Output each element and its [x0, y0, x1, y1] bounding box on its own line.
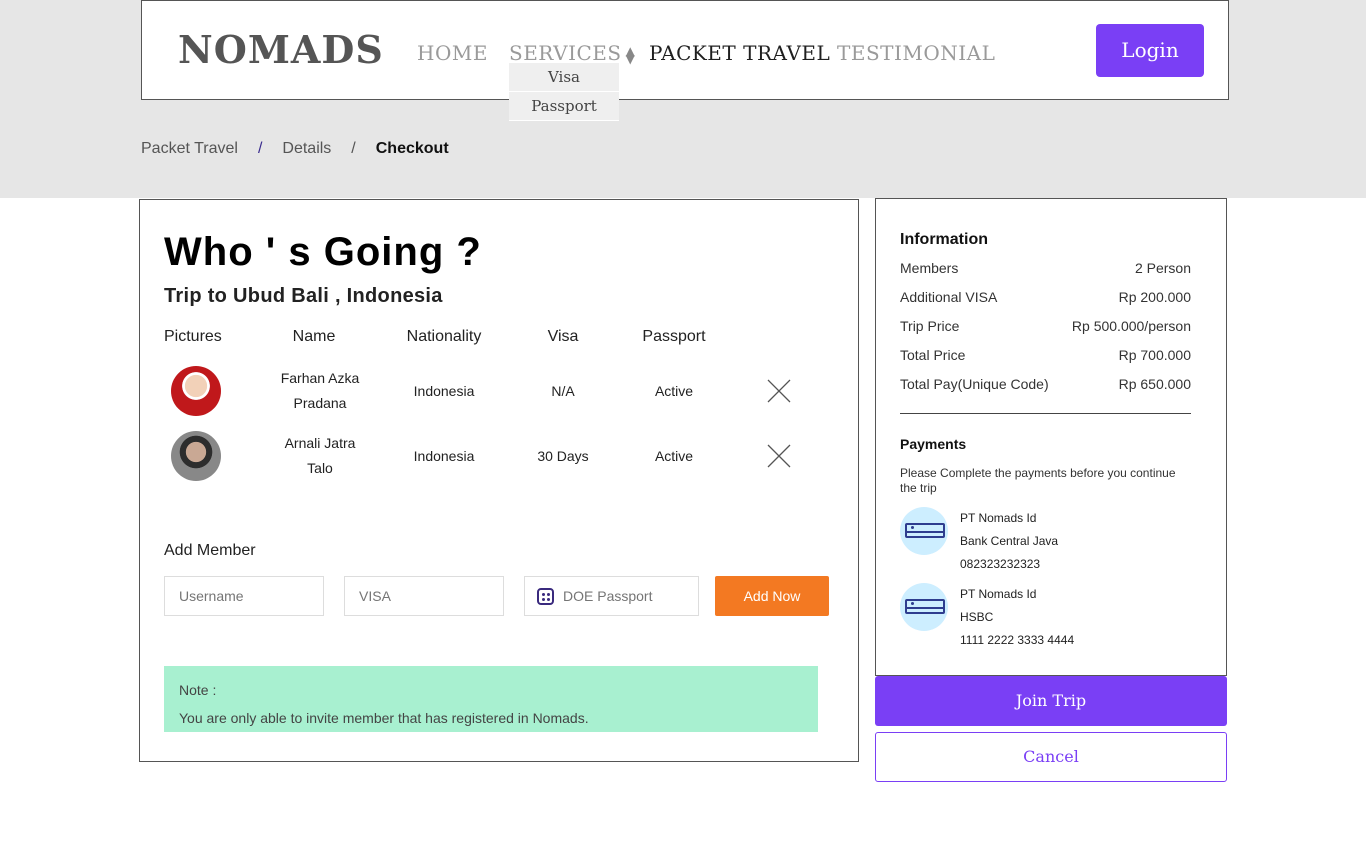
cancel-button[interactable]: Cancel: [875, 732, 1227, 782]
bank-holder: PT Nomads Id: [960, 511, 1037, 525]
navbar: NOMADS HOME SERVICES ▲ ▼ PACKET TRAVEL TES…: [141, 0, 1229, 121]
remove-member-icon[interactable]: [767, 444, 791, 468]
info-label: Additional VISA: [900, 289, 998, 305]
bank-account-number: 082323232323: [960, 557, 1041, 571]
member-passport: Active: [654, 383, 694, 399]
information-title: Information: [900, 231, 988, 248]
bank-details: PT Nomads Id Bank Central Java 082323232…: [960, 507, 1058, 576]
member-visa: N/A: [551, 383, 575, 399]
member-name-line: Arnali Jatra: [284, 435, 356, 451]
member-name-line: Talo: [307, 460, 333, 476]
page-title: Who ' s Going ?: [164, 230, 482, 274]
breadcrumb-separator: /: [257, 140, 263, 157]
dropdown-item-passport[interactable]: Passport: [509, 92, 619, 121]
info-label: Trip Price: [900, 318, 960, 334]
dropdown-item-visa[interactable]: Visa: [509, 63, 619, 92]
nav-packet-travel[interactable]: PACKET TRAVEL: [649, 41, 830, 65]
payments-description: Please Complete the payments before you …: [900, 466, 1176, 495]
info-value: Rp 200.000: [1118, 289, 1191, 305]
calendar-icon: [537, 588, 554, 605]
nav-home[interactable]: HOME: [417, 41, 488, 65]
note-heading: Note :: [179, 682, 217, 698]
breadcrumb-checkout: Checkout: [375, 140, 449, 157]
divider: [900, 413, 1191, 414]
member-nationality: Indonesia: [413, 383, 475, 399]
avatar: [171, 366, 221, 416]
payments-title: Payments: [900, 436, 967, 452]
member-name-line: Farhan Azka: [280, 370, 360, 386]
remove-member-icon[interactable]: [767, 379, 791, 403]
column-header-nationality: Nationality: [406, 328, 482, 345]
info-row-trip-price: Trip Price Rp 500.000/person: [900, 318, 1191, 334]
username-input[interactable]: [164, 576, 324, 616]
info-value: 2 Person: [1134, 260, 1191, 276]
credit-card-icon: [900, 507, 948, 555]
member-visa: 30 Days: [537, 448, 589, 464]
trip-subtitle: Trip to Ubud Bali , Indonesia: [164, 285, 443, 307]
note-box: Note : You are only able to invite membe…: [164, 666, 818, 732]
bank-name: Bank Central Java: [960, 534, 1059, 548]
breadcrumb: Packet Travel / Details / Checkout: [141, 140, 449, 158]
bank-account-number: 1111 2222 3333 4444: [960, 633, 1075, 647]
column-header-visa: Visa: [547, 328, 579, 345]
member-name-line: Pradana: [293, 395, 347, 411]
info-label: Total Price: [900, 347, 966, 363]
nav-testimonial[interactable]: TESTIMONIAL: [837, 41, 995, 65]
bank-name: HSBC: [960, 610, 994, 624]
member-passport: Active: [654, 448, 694, 464]
breadcrumb-details[interactable]: Details: [282, 140, 331, 158]
join-trip-button[interactable]: Join Trip: [875, 676, 1227, 726]
information-card: Information Members 2 Person Additional …: [875, 198, 1227, 676]
member-nationality: Indonesia: [413, 448, 475, 464]
member-name: Farhan Azka Pradana: [260, 366, 380, 416]
services-dropdown: Visa Passport: [509, 63, 619, 121]
info-value: Rp 700.000: [1118, 347, 1191, 363]
breadcrumb-packet-travel[interactable]: Packet Travel: [141, 140, 238, 158]
column-header-passport: Passport: [642, 328, 706, 345]
bank-details: PT Nomads Id HSBC 1111 2222 3333 4444: [960, 583, 1074, 652]
nav-services-label: SERVICES: [509, 41, 622, 65]
info-label: Total Pay(Unique Code): [900, 376, 1049, 392]
add-now-button[interactable]: Add Now: [715, 576, 829, 616]
note-text: You are only able to invite member that …: [179, 710, 589, 726]
breadcrumb-separator: /: [351, 140, 356, 157]
add-member-label: Add Member: [164, 542, 256, 559]
info-row-members: Members 2 Person: [900, 260, 1191, 276]
info-row-total-price: Total Price Rp 700.000: [900, 347, 1191, 363]
members-card: Who ' s Going ? Trip to Ubud Bali , Indo…: [139, 199, 859, 762]
visa-input[interactable]: [344, 576, 504, 616]
column-header-pictures: Pictures: [164, 328, 222, 345]
info-value: Rp 650.000: [1118, 376, 1191, 392]
table-row: Farhan Azka Pradana Indonesia N/A Active: [140, 364, 858, 424]
bank-holder: PT Nomads Id: [960, 587, 1037, 601]
sort-caret-icon: ▲ ▼: [625, 43, 636, 66]
nav-services[interactable]: SERVICES ▲ ▼: [509, 41, 635, 65]
info-row-additional-visa: Additional VISA Rp 200.000: [900, 289, 1191, 305]
column-header-name: Name: [292, 328, 336, 345]
logo[interactable]: NOMADS: [178, 27, 384, 72]
info-value: Rp 500.000/person: [1071, 318, 1191, 334]
info-label: Members: [900, 260, 959, 276]
credit-card-icon: [900, 583, 948, 631]
info-row-total-pay: Total Pay(Unique Code) Rp 650.000: [900, 376, 1191, 392]
member-name: Arnali Jatra Talo: [260, 431, 380, 481]
login-button[interactable]: Login: [1096, 24, 1204, 77]
table-row: Arnali Jatra Talo Indonesia 30 Days Acti…: [140, 429, 858, 489]
avatar: [171, 431, 221, 481]
